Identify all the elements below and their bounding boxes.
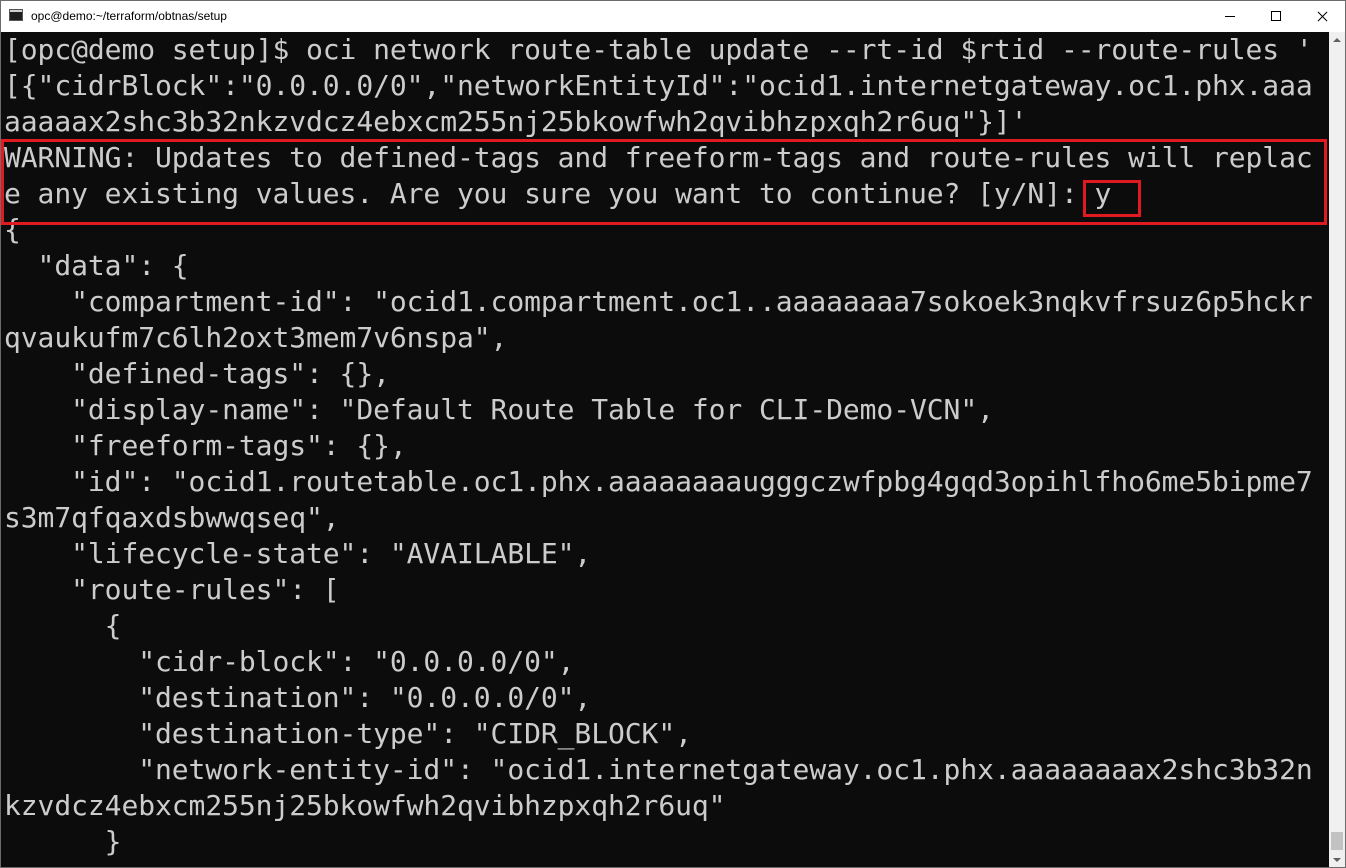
terminal-window: opc@demo:~/terraform/obtnas/setup [opc@d… — [0, 0, 1346, 868]
terminal-line: "defined-tags": {}, — [4, 357, 390, 390]
terminal-output[interactable]: [opc@demo setup]$ oci network route-tabl… — [1, 32, 1329, 867]
terminal-line: [{"cidrBlock":"0.0.0.0/0","networkEntity… — [4, 69, 1313, 102]
terminal-line: "id": "ocid1.routetable.oc1.phx.aaaaaaaa… — [4, 465, 1313, 498]
scroll-up-arrow-icon[interactable] — [1329, 32, 1345, 48]
terminal-line: "data": { — [4, 249, 189, 282]
close-button[interactable] — [1299, 1, 1345, 32]
window-title: opc@demo:~/terraform/obtnas/setup — [31, 9, 227, 23]
terminal-line: "network-entity-id": "ocid1.internetgate… — [4, 753, 1313, 786]
maximize-button[interactable] — [1253, 1, 1299, 32]
terminal-line: "destination": "0.0.0.0/0", — [4, 681, 592, 714]
minimize-button[interactable] — [1207, 1, 1253, 32]
terminal-line: "cidr-block": "0.0.0.0/0", — [4, 645, 575, 678]
terminal-line: s3m7qfqaxdsbwwqseq", — [4, 501, 340, 534]
terminal-line: kzvdcz4ebxcm255nj25bkowfwh2qvibhzpxqh2r6… — [4, 789, 726, 822]
answer-highlight-box — [1083, 180, 1141, 217]
terminal-line: "display-name": "Default Route Table for… — [4, 393, 994, 426]
console-icon — [9, 9, 23, 21]
terminal-line: [opc@demo setup]$ oci network route-tabl… — [4, 33, 1313, 66]
scrollbar-thumb[interactable] — [1331, 832, 1343, 850]
terminal-line: "route-rules": [ — [4, 573, 340, 606]
terminal-line: aaaaax2shc3b32nkzvdcz4ebxcm255nj25bkowfw… — [4, 105, 1028, 138]
terminal-line: "lifecycle-state": "AVAILABLE", — [4, 537, 592, 570]
terminal-line: "destination-type": "CIDR_BLOCK", — [4, 717, 692, 750]
scroll-down-arrow-icon[interactable] — [1329, 852, 1345, 867]
vertical-scrollbar[interactable] — [1329, 32, 1345, 867]
terminal-line: qvaukufm7c6lh2oxt3mem7v6nspa", — [4, 321, 508, 354]
title-bar[interactable]: opc@demo:~/terraform/obtnas/setup — [1, 1, 1345, 32]
terminal-line: "compartment-id": "ocid1.compartment.oc1… — [4, 285, 1313, 318]
terminal-line: } — [4, 825, 122, 858]
terminal-line: { — [4, 609, 122, 642]
terminal-line: "freeform-tags": {}, — [4, 429, 407, 462]
